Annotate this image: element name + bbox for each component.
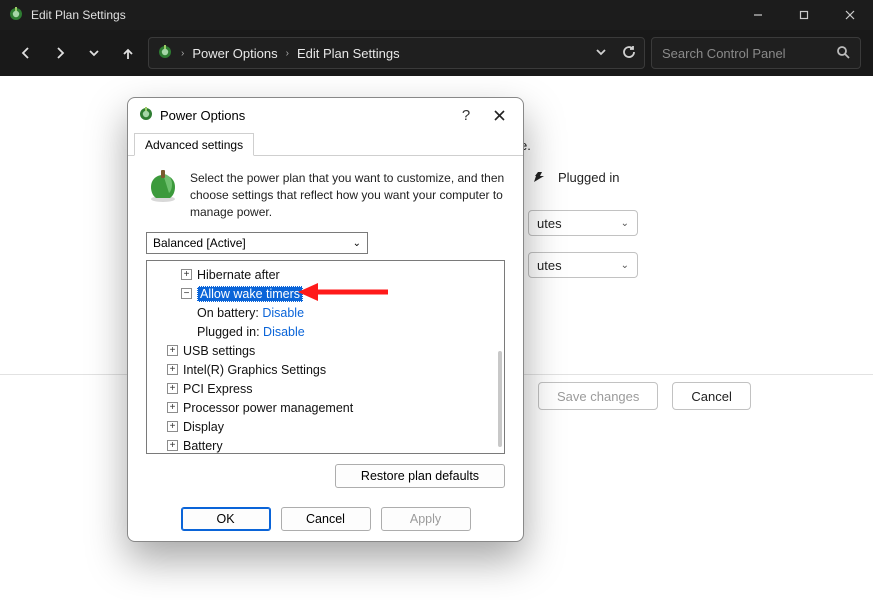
- search-box[interactable]: Search Control Panel: [651, 37, 861, 69]
- tree-item-display[interactable]: Display: [183, 420, 224, 434]
- plug-icon: [528, 170, 550, 185]
- plugged-in-value[interactable]: Disable: [263, 325, 305, 339]
- tree-item-pci-express[interactable]: PCI Express: [183, 382, 252, 396]
- window-title: Edit Plan Settings: [31, 8, 735, 22]
- expand-icon[interactable]: +: [181, 269, 192, 280]
- minimize-button[interactable]: [735, 0, 781, 30]
- power-options-icon: [157, 44, 173, 63]
- restore-plan-defaults-button[interactable]: Restore plan defaults: [335, 464, 505, 488]
- expand-icon[interactable]: +: [167, 364, 178, 375]
- power-options-icon: [8, 6, 24, 25]
- breadcrumb-item[interactable]: Edit Plan Settings: [297, 46, 400, 61]
- dialog-intro-text: Select the power plan that you want to c…: [190, 170, 505, 220]
- expand-icon[interactable]: +: [167, 402, 178, 413]
- chevron-down-icon: ⌄: [621, 260, 629, 271]
- chevron-right-icon: ›: [181, 48, 184, 59]
- maximize-button[interactable]: [781, 0, 827, 30]
- combo-text: utes: [537, 216, 562, 231]
- tree-item-processor-power-management[interactable]: Processor power management: [183, 401, 353, 415]
- scrollbar-thumb[interactable]: [498, 351, 502, 447]
- forward-button[interactable]: [46, 39, 74, 67]
- tree-item-allow-wake-timers[interactable]: Allow wake timers: [197, 286, 303, 302]
- address-bar[interactable]: › Power Options › Edit Plan Settings: [148, 37, 645, 69]
- tree-item-battery[interactable]: Battery: [183, 439, 223, 453]
- expand-icon[interactable]: +: [167, 345, 178, 356]
- window-controls: [735, 0, 873, 30]
- power-plan-selected: Balanced [Active]: [153, 236, 246, 250]
- chevron-right-icon: ›: [286, 48, 289, 59]
- search-icon: [836, 45, 850, 62]
- dialog-footer: OK Cancel Apply: [128, 507, 523, 531]
- up-button[interactable]: [114, 39, 142, 67]
- power-options-icon: [138, 106, 154, 125]
- tree-item-usb-settings[interactable]: USB settings: [183, 344, 255, 358]
- tree-item-hibernate-after[interactable]: Hibernate after: [197, 268, 280, 282]
- close-button[interactable]: [827, 0, 873, 30]
- combo-text: utes: [537, 258, 562, 273]
- display-timeout-combo[interactable]: utes ⌄: [528, 210, 638, 236]
- power-plan-combo[interactable]: Balanced [Active] ⌄: [146, 232, 368, 254]
- back-button[interactable]: [12, 39, 40, 67]
- ok-button[interactable]: OK: [181, 507, 271, 531]
- chevron-down-icon: ⌄: [621, 218, 629, 229]
- navbar: › Power Options › Edit Plan Settings Sea…: [0, 30, 873, 76]
- save-changes-button[interactable]: Save changes: [538, 382, 658, 410]
- tree-item-intel-graphics[interactable]: Intel(R) Graphics Settings: [183, 363, 326, 377]
- tab-advanced-settings[interactable]: Advanced settings: [134, 133, 254, 156]
- dialog-titlebar: Power Options ?: [128, 98, 523, 132]
- dialog-title: Power Options: [160, 108, 451, 123]
- refresh-icon[interactable]: [622, 45, 636, 62]
- search-placeholder: Search Control Panel: [662, 46, 836, 61]
- chevron-down-icon[interactable]: [594, 45, 608, 62]
- expand-icon[interactable]: +: [167, 440, 178, 451]
- tree-label-on-battery: On battery:: [197, 306, 259, 320]
- expand-icon[interactable]: +: [167, 383, 178, 394]
- dialog-intro: Select the power plan that you want to c…: [146, 170, 505, 220]
- plugged-in-header: Plugged in: [558, 170, 619, 185]
- collapse-icon[interactable]: −: [181, 288, 192, 299]
- power-plan-big-icon: [146, 170, 180, 204]
- settings-tree[interactable]: + Hibernate after −Allow wake timers On b…: [146, 260, 505, 454]
- cancel-button[interactable]: Cancel: [281, 507, 371, 531]
- chevron-down-icon: ⌄: [353, 238, 361, 249]
- cancel-button[interactable]: Cancel: [672, 382, 750, 410]
- expand-icon[interactable]: +: [167, 421, 178, 432]
- dialog-body: Select the power plan that you want to c…: [128, 156, 523, 498]
- tab-strip: Advanced settings: [128, 132, 523, 156]
- dialog-close-button[interactable]: [481, 102, 517, 128]
- tree-label-plugged-in: Plugged in:: [197, 325, 260, 339]
- power-options-dialog: Power Options ? Advanced settings Select…: [127, 97, 524, 542]
- titlebar: Edit Plan Settings: [0, 0, 873, 30]
- app-window: Edit Plan Settings › Power Options › Edi…: [0, 0, 873, 600]
- on-battery-value[interactable]: Disable: [262, 306, 304, 320]
- breadcrumb-item[interactable]: Power Options: [192, 46, 277, 61]
- sleep-timeout-combo[interactable]: utes ⌄: [528, 252, 638, 278]
- apply-button[interactable]: Apply: [381, 507, 471, 531]
- help-button[interactable]: ?: [451, 107, 481, 124]
- recent-locations-button[interactable]: [80, 39, 108, 67]
